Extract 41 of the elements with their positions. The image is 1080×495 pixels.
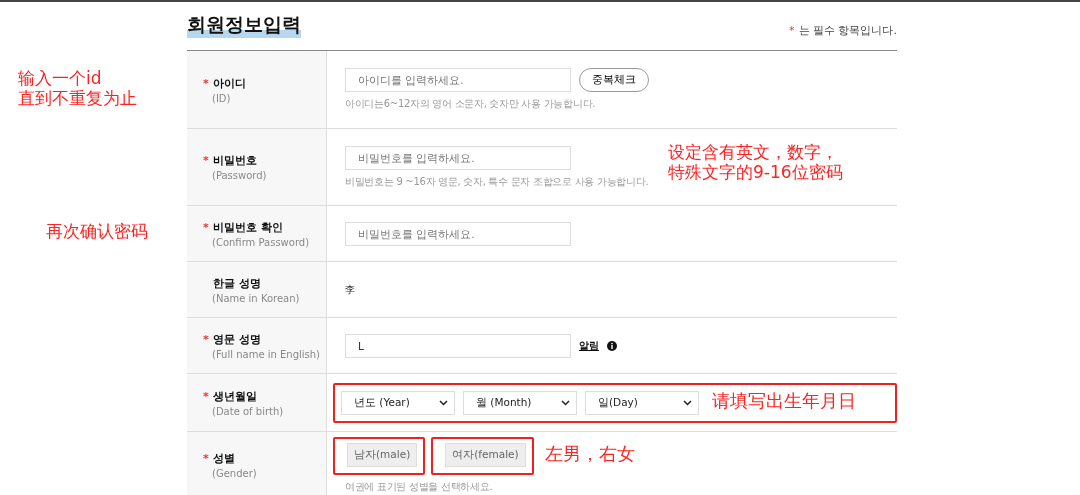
- field-label: * 비밀번호 확인: [203, 219, 284, 235]
- field-sublabel: (Full name in English): [212, 348, 322, 360]
- field-hint: 비밀번호는 9 ~16자 영문, 숫자, 특수 문자 조합으로 사용 가능합니다.: [345, 174, 650, 189]
- field-sublabel: (Date of birth): [212, 405, 285, 417]
- text-field[interactable]: 비밀번호를 입력하세요.: [345, 145, 571, 170]
- chevron-down-icon: [561, 399, 570, 406]
- gender-button[interactable]: 남자(male): [347, 442, 418, 467]
- date-select[interactable]: 년도 (Year): [341, 390, 455, 415]
- annotation-text: 再次确认密码: [46, 221, 148, 241]
- text-field[interactable]: 비밀번호를 입력하세요.: [345, 221, 571, 246]
- notice-link[interactable]: 알림: [579, 338, 599, 353]
- gender-button[interactable]: 여자(female): [445, 442, 526, 467]
- field-label: * 성별: [203, 451, 236, 466]
- field-hint: 아이디는6~12자의 영어 소문자, 숫자만 사용 가능합니다.: [345, 97, 597, 111]
- field-sublabel: (Gender): [212, 468, 258, 479]
- field-sublabel: (Name in Korean): [212, 292, 301, 304]
- annotation-text: 输入一个id: [18, 68, 102, 88]
- field-hint: 여권에 표기된 성별을 선택하세요.: [345, 479, 494, 494]
- annotation-text: 请填写出生年月日: [712, 390, 856, 411]
- field-label: * 영문 성명: [203, 331, 262, 347]
- field-label: * 아이디: [203, 75, 247, 91]
- annotation-text: 特殊文字的9-16位密码: [668, 162, 843, 183]
- field-sublabel: (Confirm Password): [212, 236, 311, 248]
- field-label: * 비밀번호: [203, 153, 258, 168]
- chevron-down-icon: [439, 399, 448, 406]
- date-select[interactable]: 월 (Month): [463, 390, 577, 415]
- required-note: * 는 필수 항목입니다.: [789, 23, 897, 38]
- field-sublabel: (Password): [212, 170, 268, 181]
- field-sublabel: (ID): [212, 92, 232, 104]
- field-label: * 생년월일: [203, 388, 258, 404]
- text-field[interactable]: 아이디를 입력하세요.: [345, 68, 571, 92]
- info-icon: [607, 340, 617, 351]
- chevron-down-icon: [683, 399, 692, 406]
- name-value: 李: [345, 282, 356, 297]
- annotation-text: 左男，右女: [545, 443, 635, 464]
- field-label: 한글 성명: [212, 275, 262, 291]
- annotation-text: 设定含有英文，数字，: [668, 142, 838, 162]
- annotation-text: 直到不重复为止: [18, 88, 137, 109]
- date-select[interactable]: 일(Day): [585, 390, 699, 415]
- text-field[interactable]: L: [345, 333, 571, 358]
- duplicate-check-button[interactable]: 중복체크: [579, 68, 649, 92]
